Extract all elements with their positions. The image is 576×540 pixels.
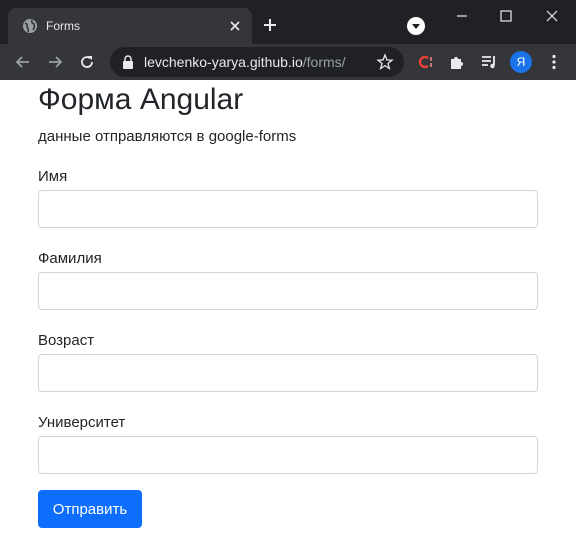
tab-title: Forms xyxy=(46,19,80,33)
reload-icon[interactable] xyxy=(78,53,96,71)
tab-search-button[interactable] xyxy=(407,17,425,35)
close-icon[interactable] xyxy=(228,19,242,33)
chevron-down-icon xyxy=(412,24,420,29)
form-container: Форма Angular данные отправляются в goog… xyxy=(38,80,538,528)
globe-icon xyxy=(23,19,37,33)
field-age: Возраст xyxy=(38,332,538,392)
browser-titlebar: Forms xyxy=(0,0,576,44)
page-title: Форма Angular xyxy=(38,83,244,116)
page-subtitle: данные отправляются в google-forms xyxy=(38,128,297,145)
url-path: /forms/ xyxy=(302,54,346,70)
minimize-icon[interactable] xyxy=(454,8,470,24)
window-close-icon[interactable] xyxy=(544,8,560,24)
forward-arrow-icon[interactable] xyxy=(46,53,64,71)
url-host: levchenko-yarya.github.io xyxy=(144,54,303,70)
url-text: levchenko-yarya.github.io/forms/ xyxy=(144,54,346,70)
page-viewport: Форма Angular данные отправляются в goog… xyxy=(0,80,576,540)
browser-tab[interactable]: Forms xyxy=(8,8,252,44)
address-bar[interactable]: levchenko-yarya.github.io/forms/ xyxy=(110,47,404,77)
field-first-name: Имя xyxy=(38,168,538,228)
back-arrow-icon[interactable] xyxy=(14,53,32,71)
media-playlist-icon[interactable] xyxy=(480,53,498,71)
lock-icon[interactable] xyxy=(122,55,134,69)
maximize-icon[interactable] xyxy=(498,8,514,24)
field-university: Университет xyxy=(38,414,538,474)
profile-avatar[interactable]: Я xyxy=(510,51,532,73)
bookmark-star-icon[interactable] xyxy=(376,53,394,71)
university-input[interactable] xyxy=(38,436,538,474)
extensions-puzzle-icon[interactable] xyxy=(448,53,466,71)
new-tab-icon[interactable] xyxy=(262,17,278,33)
last-name-label: Фамилия xyxy=(38,250,102,267)
university-label: Университет xyxy=(38,414,126,431)
first-name-label: Имя xyxy=(38,168,68,185)
first-name-input[interactable] xyxy=(38,190,538,228)
extension-c-icon[interactable] xyxy=(416,53,434,71)
menu-dots-icon[interactable] xyxy=(545,53,563,71)
submit-button[interactable]: Отправить xyxy=(38,490,142,528)
last-name-input[interactable] xyxy=(38,272,538,310)
age-input[interactable] xyxy=(38,354,538,392)
field-last-name: Фамилия xyxy=(38,250,538,310)
browser-toolbar: levchenko-yarya.github.io/forms/ Я xyxy=(0,44,576,80)
age-label: Возраст xyxy=(38,332,95,349)
